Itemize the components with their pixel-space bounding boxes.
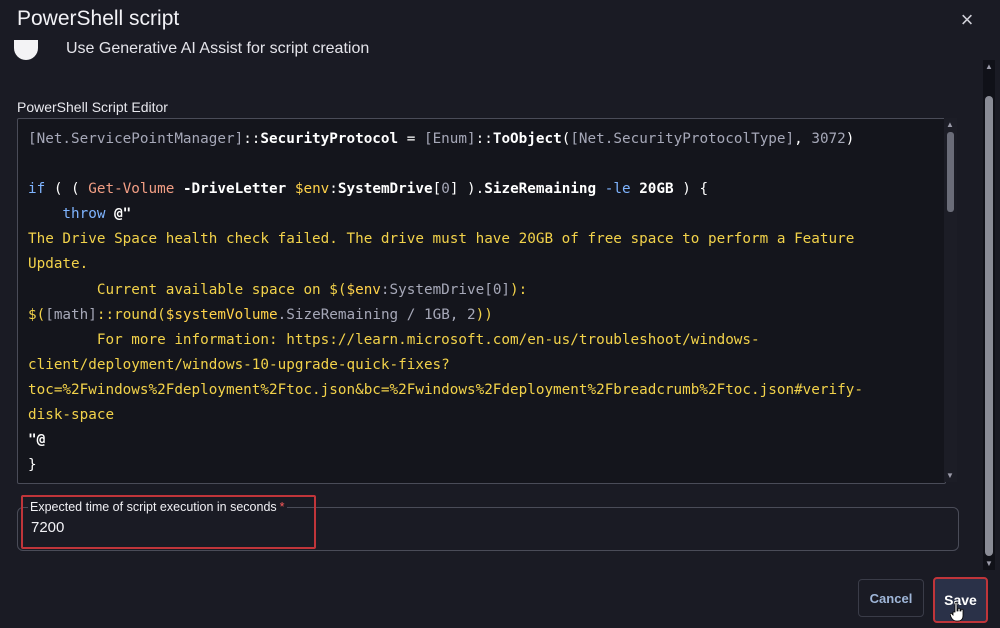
code-token: $( (329, 281, 347, 298)
code-token: [0] (484, 281, 511, 298)
code-token: Update. (28, 256, 89, 273)
code-line: if ( ( Get-Volume -DriveLetter $env:Syst… (28, 177, 863, 202)
code-token: For more information: https://learn.micr… (28, 331, 760, 348)
code-line: "@ (28, 428, 863, 453)
code-token: = (398, 131, 424, 147)
code-token: :: (243, 131, 261, 147)
dialog-title: PowerShell script (17, 7, 180, 30)
code-token: :SystemDrive (380, 281, 485, 298)
hand-pointer-icon (950, 602, 964, 622)
code-line: disk-space (28, 403, 863, 428)
script-editor-label: PowerShell Script Editor (17, 99, 168, 115)
code-line: [Net.ServicePointManager]::SecurityProto… (28, 127, 863, 152)
code-token: $env (346, 281, 381, 298)
code-token: [ (432, 181, 442, 198)
code-token: @" (105, 206, 132, 223)
script-editor[interactable]: [Net.ServicePointManager]::SecurityProto… (17, 118, 946, 484)
code-token: :: (475, 131, 493, 147)
powershell-script-dialog: PowerShell script × Use Generative AI As… (0, 0, 1000, 628)
code-token: ( (157, 306, 166, 323)
code-token: Get-Volume (88, 181, 175, 198)
code-token: throw (28, 206, 106, 223)
code-token: -le (596, 181, 640, 198)
code-line: Update. (28, 252, 863, 277)
code-token: [Net.SecurityProtocolType] (570, 131, 795, 147)
code-token: $systemVolume (165, 306, 278, 323)
code-token: ) { (673, 181, 709, 198)
ai-assist-label: Use Generative AI Assist for script crea… (66, 40, 370, 57)
ai-assist-toggle[interactable] (14, 40, 38, 60)
code-token: ToObject (492, 131, 562, 147)
code-token: $( (28, 306, 46, 323)
editor-scrollbar[interactable]: ▲ ▼ (944, 118, 957, 482)
code-token: Current available space on (28, 281, 330, 298)
scroll-up-icon[interactable]: ▲ (946, 120, 954, 129)
code-token: } (28, 457, 37, 474)
highlight-box-execution-time (21, 495, 316, 549)
code-line: client/deployment/windows-10-upgrade-qui… (28, 353, 863, 378)
code-token: ): (510, 281, 528, 298)
code-token: , (794, 131, 812, 147)
code-token: SizeRemaining (484, 181, 597, 198)
code-token: 0 (441, 181, 450, 198)
scroll-down-icon[interactable]: ▼ (946, 471, 954, 480)
code-token: : (329, 181, 338, 198)
code-token: $env (294, 181, 330, 198)
code-token: SecurityProtocol (260, 131, 399, 147)
close-icon[interactable]: × (952, 6, 982, 34)
code-line: toc=%2Fwindows%2Fdeployment%2Ftoc.json&b… (28, 378, 863, 403)
code-token: client/deployment/windows-10-upgrade-qui… (28, 356, 450, 373)
scroll-up-icon[interactable]: ▲ (985, 62, 993, 71)
code-token: if (28, 181, 46, 198)
code-token: disk-space (28, 407, 115, 424)
scroll-down-icon[interactable]: ▼ (985, 559, 993, 568)
code-token: [math] (45, 306, 97, 323)
code-line: throw @" (28, 202, 863, 227)
code-token: .SizeRemaining / 1GB, 2 (277, 306, 476, 323)
code-token: 20GB (639, 181, 674, 198)
code-token: [Enum] (423, 131, 476, 147)
code-token: 3072 (811, 131, 846, 147)
script-code[interactable]: [Net.ServicePointManager]::SecurityProto… (28, 127, 863, 478)
code-token: :: (96, 306, 115, 323)
code-token: [Net.ServicePointManager] (28, 131, 244, 147)
code-line: $([math]::round($systemVolume.SizeRemain… (28, 303, 863, 328)
code-line: Current available space on $($env:System… (28, 278, 863, 303)
code-token: ( ( (45, 181, 89, 198)
code-line: The Drive Space health check failed. The… (28, 227, 863, 252)
code-line: } (28, 453, 863, 478)
code-token: -DriveLetter (182, 181, 287, 198)
code-token: ) (845, 131, 855, 147)
code-token: The Drive Space health check failed. The… (28, 231, 855, 248)
dialog-scrollbar[interactable]: ▲ ▼ (983, 60, 995, 570)
code-token: toc=%2Fwindows%2Fdeployment%2Ftoc.json&b… (28, 381, 863, 398)
code-token: ] ). (449, 181, 485, 198)
code-token: SystemDrive (337, 181, 433, 198)
code-token: "@ (28, 432, 46, 449)
code-line: For more information: https://learn.micr… (28, 328, 863, 353)
cancel-button[interactable]: Cancel (858, 579, 924, 617)
dialog-scroll-thumb[interactable] (985, 96, 993, 556)
code-token: round (114, 306, 158, 323)
editor-scroll-thumb[interactable] (947, 132, 954, 212)
code-token: )) (475, 306, 493, 323)
